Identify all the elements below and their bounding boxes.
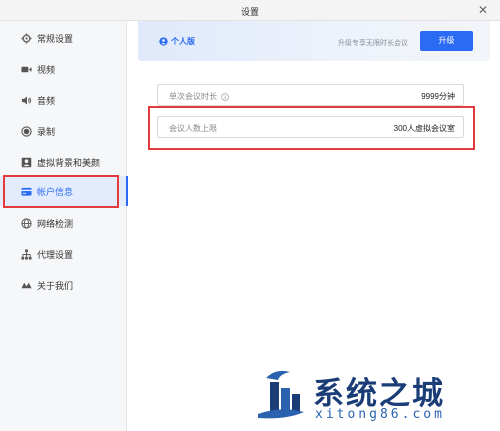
sidebar-item-video[interactable]: 视频 [0,54,127,84]
sidebar-item-about[interactable]: 关于我们 [0,270,127,300]
portrait-icon [21,157,32,168]
sidebar-item-label: 视频 [37,64,56,75]
upgrade-tip: 升级专享无限时长会议 [338,40,408,47]
sidebar-item-label: 录制 [37,126,56,137]
sidebar-item-proxy[interactable]: 代理设置 [0,239,127,269]
watermark-logo-icon [258,370,304,419]
sidebar-item-network-test[interactable]: 网络检测 [0,208,127,238]
user-circle-icon [159,37,168,46]
settings-sidebar: 常规设置 视频 音频 录制 虚拟背景和美颜 帐户信息 网络检测 代理设置 关于我… [0,21,128,431]
speaker-icon [21,95,32,106]
upgrade-button[interactable]: 升级 [420,31,473,51]
meeting-duration-value: 9999分钟 [421,92,455,101]
sidebar-item-label: 音频 [37,95,56,106]
network-icon [21,248,32,260]
watermark-subtitle: xitong86.com [315,407,445,422]
sidebar-item-label: 常规设置 [37,33,74,44]
title-bar: 设置 ✕ [0,0,500,21]
plan-label: 个人版 [171,37,195,46]
plan-badge: 个人版 [159,36,195,47]
sidebar-item-general[interactable]: 常规设置 [0,23,127,53]
sidebar-item-label: 虚拟背景和美颜 [37,157,101,168]
sidebar-item-virtual-background[interactable]: 虚拟背景和美颜 [0,147,127,177]
meeting-duration-label: 单次会议时长 [169,92,217,101]
window-title: 设置 [240,7,259,17]
video-camera-icon [21,64,32,75]
record-icon [21,125,32,137]
info-icon[interactable] [221,92,229,101]
globe-icon [21,217,32,229]
close-button[interactable]: ✕ [478,3,488,17]
sidebar-item-label: 网络检测 [37,218,74,229]
sidebar-item-recording[interactable]: 录制 [0,116,127,146]
highlight-box-content [148,106,475,150]
sidebar-item-label: 关于我们 [37,280,74,291]
sidebar-item-label: 代理设置 [37,249,74,260]
meeting-duration-key: 单次会议时长 [169,91,229,102]
watermark: 系统之城 xitong86.com [256,366,486,430]
plan-banner: 个人版 升级专享无限时长会议 升级 [138,21,490,61]
logo-icon [21,280,32,291]
highlight-box-sidebar [3,175,119,208]
meeting-duration-row: 单次会议时长 9999分钟 [157,84,464,106]
sidebar-item-audio[interactable]: 音频 [0,85,127,115]
gear-icon [21,32,32,44]
